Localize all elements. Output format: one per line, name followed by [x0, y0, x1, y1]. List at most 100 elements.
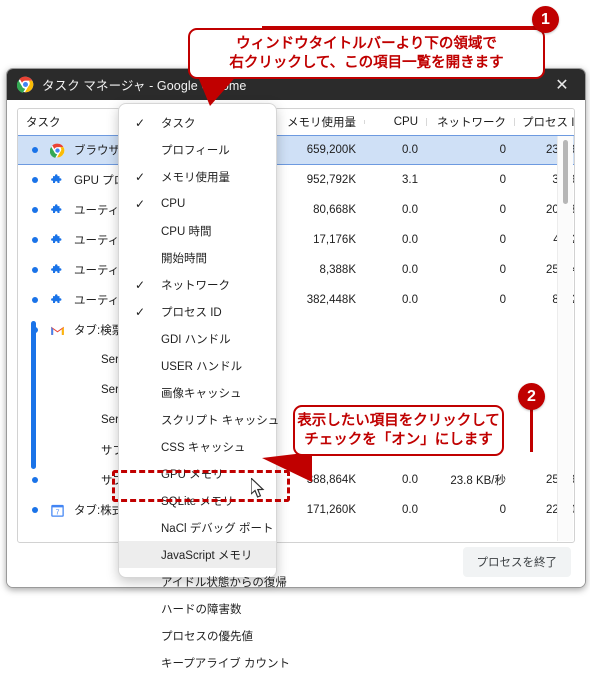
- column-header-pid[interactable]: プロセス ID: [514, 114, 574, 130]
- menu-item-label: USER ハンドル: [161, 360, 243, 373]
- table-row[interactable]: ブラウザ659,200K0.0023256: [18, 135, 574, 165]
- column-header-network[interactable]: ネットワーク: [426, 114, 514, 130]
- menu-item-label: NaCl デバッグ ポート: [161, 522, 274, 535]
- row-bullet-icon: [32, 147, 38, 153]
- column-header-cpu[interactable]: CPU: [364, 116, 426, 128]
- table-row[interactable]: タブ:検票新: [18, 315, 574, 345]
- table-row[interactable]: Service W: [18, 375, 574, 405]
- column-chooser-context-menu[interactable]: ✓ タスク プロフィール ✓ メモリ使用量 ✓ CPU CPU 時間 開始時間 ✓ ネットワーク ✓ プ…: [118, 103, 290, 670]
- menu-item-label: ハードの障害数: [161, 603, 242, 616]
- puzzle-icon: [50, 293, 65, 308]
- blank-icon: [50, 413, 65, 428]
- table-row[interactable]: 7タブ:株式会171,260K0.0022040: [18, 495, 574, 525]
- callout-2: 表示したい項目をクリックして チェックを「オン」にします: [293, 405, 504, 456]
- table-row[interactable]: ユーティリテ80,668K0.0020108: [18, 195, 574, 225]
- menu-item[interactable]: 開始時間: [119, 244, 276, 271]
- menu-item-label: ネットワーク: [161, 279, 230, 292]
- cell-network: 0: [499, 264, 506, 276]
- blank-icon: [50, 383, 65, 398]
- chrome-icon: [50, 143, 65, 158]
- menu-item[interactable]: CPU 時間: [119, 217, 276, 244]
- menu-item[interactable]: ✓ CPU: [119, 190, 276, 217]
- menu-item[interactable]: アイドル状態からの復帰: [119, 568, 287, 595]
- end-process-button[interactable]: プロセスを終了: [462, 547, 571, 577]
- menu-item-label: SQLite メモリ: [161, 495, 234, 508]
- cell-network: 0: [499, 504, 506, 516]
- menu-item[interactable]: プロフィール: [119, 136, 276, 163]
- cell-memory: 382,448K: [306, 294, 356, 306]
- menu-item[interactable]: USER ハンドル: [119, 352, 276, 379]
- cell-cpu: 0.0: [402, 234, 418, 246]
- task-manager-body: タスク メモリ使用量 CPU ネットワーク プロセス ID ブラウザ 659,20…: [7, 100, 585, 587]
- gmail-icon: [50, 323, 65, 338]
- table-header-row: タスク メモリ使用量 CPU ネットワーク プロセス ID: [18, 109, 574, 136]
- blank-icon: [50, 353, 65, 368]
- cell-memory: 952,792K: [306, 174, 356, 186]
- menu-item-label: 開始時間: [161, 252, 207, 265]
- menu-item[interactable]: ✓ タスク: [119, 109, 276, 136]
- cell-network: 0: [499, 234, 506, 246]
- cell-cpu: 0.0: [402, 204, 418, 216]
- menu-item-label: 画像キャッシュ: [161, 387, 242, 400]
- menu-item[interactable]: ✓ プロセス ID: [119, 298, 276, 325]
- cell-network: 23.8 KB/秒: [450, 475, 506, 487]
- menu-item[interactable]: スクリプト キャッシュ: [119, 406, 280, 433]
- menu-item[interactable]: ✓ メモリ使用量: [119, 163, 276, 190]
- menu-item[interactable]: キープアライブ カウント: [119, 649, 290, 676]
- row-bullet-icon: [32, 207, 38, 213]
- menu-item[interactable]: プロセスの優先値: [119, 622, 276, 649]
- menu-item[interactable]: NaCl デバッグ ポート: [119, 514, 276, 541]
- cell-cpu: 0.0: [402, 264, 418, 276]
- table-row[interactable]: ユーティリテ382,448K0.008852: [18, 285, 574, 315]
- row-bullet-icon: [32, 177, 38, 183]
- cell-network: 0: [499, 144, 506, 156]
- cell-network: 0: [499, 204, 506, 216]
- puzzle-icon: [50, 263, 65, 278]
- cell-memory: 8,388K: [319, 264, 356, 276]
- menu-item[interactable]: ✓ ネットワーク: [119, 271, 276, 298]
- svg-text:7: 7: [56, 509, 60, 516]
- menu-item-label: CSS キャッシュ: [161, 441, 246, 454]
- table-row[interactable]: GPU プロセ952,792K3.103216: [18, 165, 574, 195]
- menu-item[interactable]: GDI ハンドル: [119, 325, 276, 352]
- cell-cpu: 0.0: [402, 144, 418, 156]
- blank-icon: [50, 443, 65, 458]
- calendar-icon: 7: [50, 503, 65, 518]
- callout-2-line-2: チェックを「オン」にします: [304, 431, 493, 448]
- menu-item-label: タスク: [161, 117, 196, 130]
- row-bullet-icon: [32, 267, 38, 273]
- menu-item-label: スクリプト キャッシュ: [161, 414, 280, 427]
- menu-item-label: GDI ハンドル: [161, 333, 231, 346]
- menu-item[interactable]: 画像キャッシュ: [119, 379, 276, 406]
- cell-cpu: 0.0: [402, 504, 418, 516]
- cell-memory: 80,668K: [313, 204, 356, 216]
- callout-1: ウィンドウタイトルバーより下の領域で 右クリックして、この項目一覧を開きます: [188, 28, 545, 79]
- blank-icon: [50, 473, 65, 488]
- row-bullet-icon: [32, 507, 38, 513]
- menu-item-label: GPU メモリ: [161, 468, 224, 481]
- cell-cpu: 0.0: [402, 294, 418, 306]
- menu-item[interactable]: ハードの障害数: [119, 595, 276, 622]
- chrome-icon: [17, 76, 34, 93]
- table-row[interactable]: ユーティリテ17,176K0.004112: [18, 225, 574, 255]
- cell-network: 0: [499, 174, 506, 186]
- step-badge-1: 1: [532, 6, 559, 33]
- close-icon[interactable]: ✕: [539, 69, 585, 100]
- menu-item-label: キープアライブ カウント: [161, 657, 291, 670]
- menu-item[interactable]: CSS キャッシュ: [119, 433, 276, 460]
- callout-1-line-2: 右クリックして、この項目一覧を開きます: [229, 54, 504, 71]
- row-bullet-icon: [32, 477, 38, 483]
- table-scrollbar-thumb[interactable]: [563, 140, 568, 204]
- table-row[interactable]: ユーティリテ8,388K0.0025944: [18, 255, 574, 285]
- menu-item-label: JavaScript メモリ: [161, 549, 253, 562]
- cell-memory: 171,260K: [306, 504, 356, 516]
- column-header-memory[interactable]: メモリ使用量: [272, 114, 364, 130]
- checkmark-icon: ✓: [135, 115, 146, 130]
- step-badge-2: 2: [518, 383, 545, 410]
- row-bullet-icon: [32, 327, 38, 333]
- menu-item[interactable]: JavaScript メモリ: [119, 541, 276, 568]
- table-row[interactable]: Service W: [18, 345, 574, 375]
- menu-item-label: CPU: [161, 197, 186, 210]
- table-scrollbar[interactable]: [557, 136, 573, 541]
- puzzle-icon: [50, 203, 65, 218]
